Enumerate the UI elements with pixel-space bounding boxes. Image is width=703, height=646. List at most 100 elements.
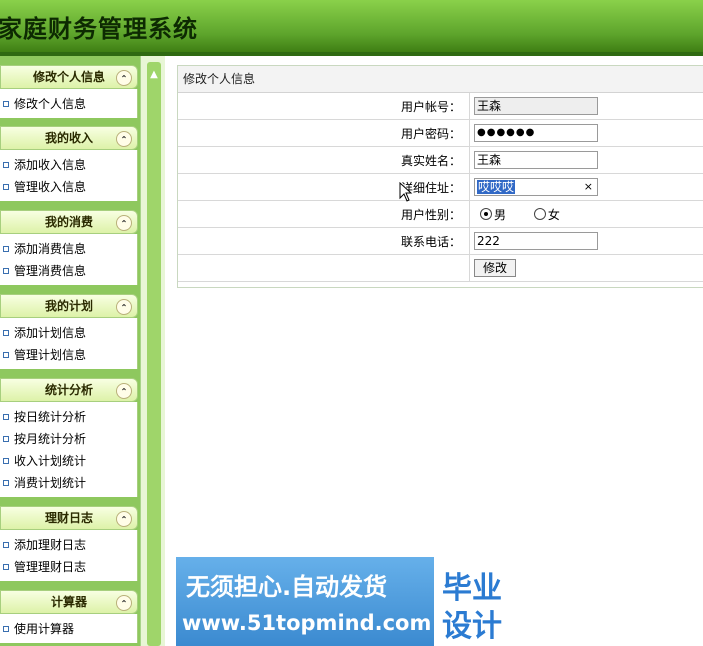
menu-group-title: 统计分析 (44, 383, 93, 397)
panel-title: 修改个人信息 (178, 66, 703, 93)
scrollbar-track[interactable] (147, 62, 161, 646)
chevron-up-icon[interactable]: ⌃ (116, 70, 132, 86)
chevron-up-icon[interactable]: ⌃ (116, 215, 132, 231)
app-title: 家庭财务管理系统 (0, 14, 198, 43)
watermark-site: www.51topmind.com (182, 611, 432, 635)
bullet-icon (3, 352, 9, 358)
menu-group-finance-log: 理财日志 ⌃ 添加理财日志 管理理财日志 (0, 504, 138, 581)
form-row-submit: 修改 (178, 254, 703, 282)
bullet-icon (3, 480, 9, 486)
sidebar-item-expense-plan-stats[interactable]: 消费计划统计 (0, 472, 137, 494)
watermark-banner: 无须担心.自动发货 www.51topmind.com 毕业 设计 (176, 557, 526, 646)
watermark-badge-line2: 设计 (442, 609, 502, 644)
sidebar-item-income-plan-stats[interactable]: 收入计划统计 (0, 450, 137, 472)
menu-group-profile: 修改个人信息 ⌃ 修改个人信息 (0, 63, 138, 118)
menu-group-header[interactable]: 修改个人信息 ⌃ (0, 65, 138, 89)
gender-male-radio[interactable] (480, 208, 492, 220)
chevron-up-icon[interactable]: ⌃ (116, 383, 132, 399)
menu-group-plan: 我的计划 ⌃ 添加计划信息 管理计划信息 (0, 292, 138, 369)
chevron-up-icon[interactable]: ⌃ (116, 511, 132, 527)
sidebar-item-label: 添加理财日志 (14, 538, 87, 552)
bullet-icon (3, 626, 9, 632)
sidebar-item-manage-plan[interactable]: 管理计划信息 (0, 344, 137, 366)
sidebar-item-label: 按月统计分析 (14, 432, 87, 446)
bullet-icon (3, 162, 9, 168)
sidebar-item-label: 管理计划信息 (14, 348, 87, 362)
bullet-icon (3, 542, 9, 548)
sidebar-item-label: 添加消费信息 (14, 242, 87, 256)
menu-group-stats: 统计分析 ⌃ 按日统计分析 按月统计分析 收入计划统计 消费计划统计 (0, 376, 138, 497)
submit-spacer (178, 254, 470, 282)
sidebar-item-label: 添加收入信息 (14, 158, 87, 172)
profile-form: 用户帐号： 王森 用户密码： ●●●●●● 真实姓名： 王森 详细住址： 哎哎哎… (178, 93, 703, 282)
sidebar-item-label: 添加计划信息 (14, 326, 87, 340)
menu-group-header[interactable]: 我的计划 ⌃ (0, 294, 138, 318)
menu-group-header[interactable]: 我的消费 ⌃ (0, 210, 138, 234)
sidebar-item-label: 管理收入信息 (14, 180, 87, 194)
address-selected-text: 哎哎哎 (477, 180, 516, 194)
bullet-icon (3, 101, 9, 107)
real-name-label: 真实姓名： (178, 146, 470, 174)
sidebar-item-daily-stats[interactable]: 按日统计分析 (0, 406, 137, 428)
sidebar: 修改个人信息 ⌃ 修改个人信息 我的收入 ⌃ 添加收入信息 管理收入信息 我的消… (0, 56, 140, 646)
menu-group-title: 修改个人信息 (32, 70, 105, 84)
sidebar-item-label: 消费计划统计 (14, 476, 87, 490)
sidebar-item-label: 修改个人信息 (14, 97, 87, 111)
watermark-left: 无须担心.自动发货 www.51topmind.com (176, 557, 434, 646)
gender-female-label: 女 (547, 207, 560, 222)
mouse-cursor-icon (399, 182, 413, 202)
sidebar-item-add-plan[interactable]: 添加计划信息 (0, 322, 137, 344)
menu-group-header[interactable]: 理财日志 ⌃ (0, 506, 138, 530)
menu-group-header[interactable]: 我的收入 ⌃ (0, 126, 138, 150)
chevron-up-icon[interactable]: ▲ (147, 64, 161, 86)
sidebar-item-manage-log[interactable]: 管理理财日志 (0, 556, 137, 578)
account-label: 用户帐号： (178, 93, 470, 120)
phone-label: 联系电话： (178, 227, 470, 255)
watermark-slogan: 无须担心.自动发货 (186, 573, 388, 601)
watermark-badge: 毕业 设计 (434, 557, 526, 646)
chevron-up-icon[interactable]: ⌃ (116, 595, 132, 611)
sidebar-item-calculator[interactable]: 使用计算器 (0, 618, 137, 640)
gender-female-radio[interactable] (533, 208, 546, 220)
submit-button[interactable]: 修改 (474, 259, 516, 277)
sidebar-item-add-income[interactable]: 添加收入信息 (0, 154, 137, 176)
sidebar-item-label: 收入计划统计 (14, 454, 87, 468)
sidebar-item-label: 按日统计分析 (14, 410, 87, 424)
sidebar-item-monthly-stats[interactable]: 按月统计分析 (0, 428, 137, 450)
real-name-field[interactable]: 王森 (474, 151, 598, 169)
sidebar-item-label: 使用计算器 (14, 622, 75, 636)
clear-icon[interactable]: × (584, 179, 593, 195)
sidebar-item-add-expense[interactable]: 添加消费信息 (0, 238, 137, 260)
sidebar-item-label: 管理消费信息 (14, 264, 87, 278)
chevron-up-icon[interactable]: ⌃ (116, 299, 132, 315)
form-row-phone: 联系电话： 222 (178, 227, 703, 255)
bullet-icon (3, 414, 9, 420)
bullet-icon (3, 436, 9, 442)
address-field[interactable]: 哎哎哎 × (474, 178, 598, 196)
form-row-gender: 用户性别： 男 女 (178, 200, 703, 228)
menu-group-title: 我的收入 (44, 131, 93, 145)
menu-group-header[interactable]: 统计分析 ⌃ (0, 378, 138, 402)
chevron-up-icon[interactable]: ⌃ (116, 131, 132, 147)
sidebar-item-manage-expense[interactable]: 管理消费信息 (0, 260, 137, 282)
app-header: 家庭财务管理系统 (0, 0, 703, 52)
phone-field[interactable]: 222 (474, 232, 598, 250)
sidebar-item-manage-income[interactable]: 管理收入信息 (0, 176, 137, 198)
sidebar-item-add-log[interactable]: 添加理财日志 (0, 534, 137, 556)
password-label: 用户密码： (178, 119, 470, 147)
menu-group-title: 我的消费 (44, 215, 93, 229)
bullet-icon (3, 268, 9, 274)
sidebar-item-edit-profile[interactable]: 修改个人信息 (0, 93, 137, 115)
bullet-icon (3, 184, 9, 190)
account-field[interactable]: 王森 (474, 97, 598, 115)
form-row-real-name: 真实姓名： 王森 (178, 146, 703, 174)
menu-group-title: 我的计划 (44, 299, 93, 313)
menu-group-header[interactable]: 计算器 ⌃ (0, 590, 138, 614)
address-label: 详细住址： (178, 173, 470, 201)
form-row-address: 详细住址： 哎哎哎 × (178, 173, 703, 201)
sidebar-item-label: 管理理财日志 (14, 560, 87, 574)
bullet-icon (3, 458, 9, 464)
sidebar-splitter[interactable]: ▲ (140, 56, 165, 646)
bullet-icon (3, 330, 9, 336)
password-field[interactable]: ●●●●●● (474, 124, 598, 142)
